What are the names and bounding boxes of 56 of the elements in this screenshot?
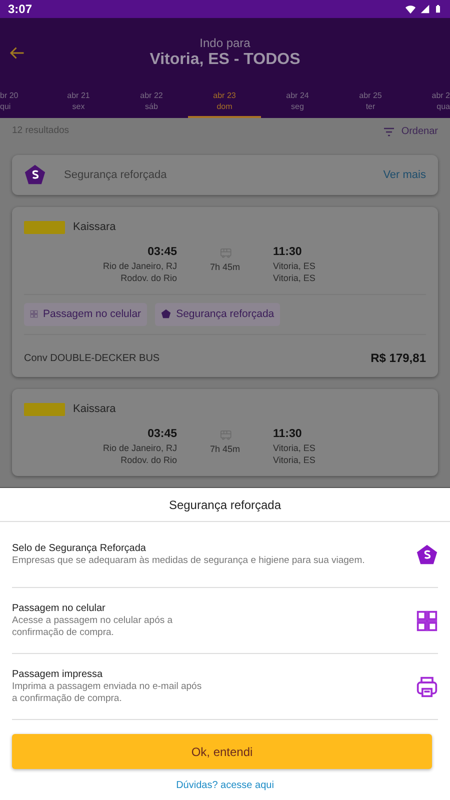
trip-card[interactable]: Kaissara 03:45 Rio de Janeiro, RJ Rodov. do Rio 7h 45m 11:30 Vitoria, ES Vitoria, ES Passagem no celular Segurança reforçada Conv DOUBLE-DECKER BUS R$ 179,81	[12, 207, 438, 378]
trip-duration: 7h 45m	[210, 442, 240, 455]
date-tab[interactable]: abr 25 ter	[334, 88, 407, 118]
header-subtitle: Indo para	[200, 36, 250, 50]
sheet-title: Segurança reforçada	[0, 488, 450, 522]
qr-code-icon	[416, 610, 438, 632]
arrival-time: 11:30	[273, 244, 303, 260]
operator-logo	[24, 403, 65, 416]
date-tab[interactable]: abr 21 sex	[42, 88, 115, 118]
price-text: R$ 179,81	[370, 350, 426, 368]
signal-icon	[420, 4, 430, 14]
operator-logo	[24, 220, 65, 234]
date-tab[interactable]: abr 24 seg	[261, 88, 334, 118]
feature-tag: Passagem no celular	[24, 302, 148, 326]
clock-text: 3:07	[8, 1, 32, 18]
item-title: Selo de Segurança Reforçada	[12, 542, 147, 555]
wifi-icon	[405, 4, 416, 14]
bus-type: Conv DOUBLE-DECKER BUS	[24, 352, 160, 366]
departure-time: 03:45	[146, 426, 177, 442]
seal-icon	[24, 164, 46, 186]
seal-icon	[416, 544, 438, 566]
operator-name: Kaissara	[73, 220, 116, 235]
battery-icon	[434, 3, 442, 15]
departure-city: Rio de Janeiro, RJ	[102, 442, 177, 454]
date-tab[interactable]: abr 22 sáb	[115, 88, 188, 118]
seal-icon	[161, 309, 172, 320]
departure-time: 03:45	[146, 244, 177, 260]
operator-name: Kaissara	[73, 402, 116, 418]
arrival-station: Vitoria, ES	[273, 454, 316, 466]
header-title: Vitoria, ES - TODOS	[150, 50, 300, 70]
item-description: Empresas que se adequaram às medidas de segurança e higiene para sua viagem.	[12, 555, 366, 567]
trip-duration: 7h 45m	[210, 260, 240, 272]
trip-card[interactable]: Kaissara 03:45 Rio de Janeiro, RJ Rodov. do Rio 7h 45m 11:30 Vitoria, ES Vitoria, ES	[12, 389, 438, 476]
arrival-station: Vitoria, ES	[273, 272, 316, 284]
arrival-city: Vitoria, ES	[273, 442, 316, 454]
date-tab[interactable]: abr 23 dom	[188, 88, 261, 118]
banner-label: Segurança reforçada	[64, 168, 168, 183]
arrival-time: 11:30	[273, 426, 303, 442]
item-description: Acesse a passagem no celular após a confirmação de compra.	[12, 615, 174, 639]
see-more-link[interactable]: Ver mais	[383, 166, 426, 184]
printer-icon	[416, 676, 438, 698]
ok-button[interactable]: Ok, entendi	[12, 734, 432, 769]
item-description: Imprima a passagem enviada no e-mail após a confirmação de compra.	[12, 681, 202, 705]
item-title: Passagem no celular	[12, 602, 106, 615]
arrival-city: Vitoria, ES	[273, 260, 316, 272]
qr-code-icon	[30, 310, 38, 318]
departure-station: Rodov. do Rio	[120, 454, 177, 466]
item-title: Passagem impressa	[12, 668, 104, 681]
departure-city: Rio de Janeiro, RJ	[102, 260, 177, 272]
feature-tag: Segurança reforçada	[155, 302, 280, 326]
filter-icon	[383, 126, 396, 138]
date-tab[interactable]: br 20 qui	[0, 88, 42, 118]
help-link[interactable]: Dúvidas? acesse aqui	[176, 778, 274, 793]
sort-button[interactable]: Ordenar	[383, 124, 438, 139]
date-tab[interactable]: abr 2 qua	[407, 88, 450, 118]
departure-station: Rodov. do Rio	[120, 272, 177, 284]
